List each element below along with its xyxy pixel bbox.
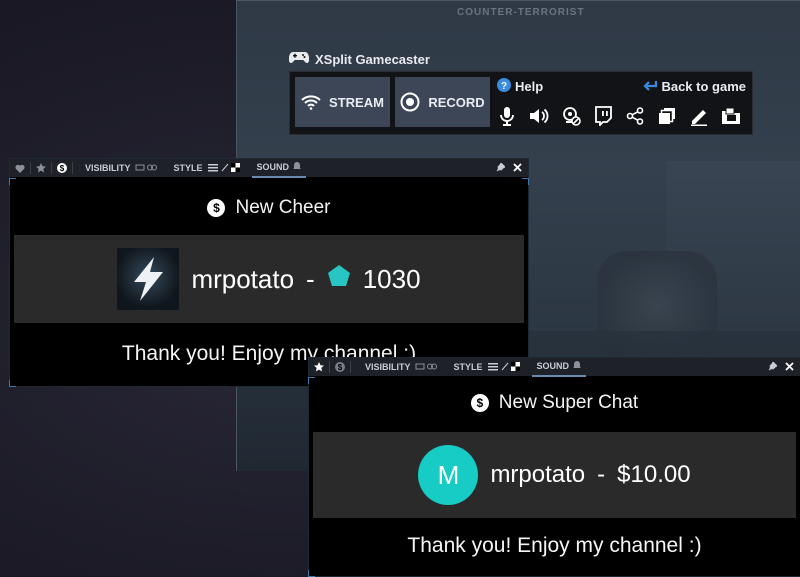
close-icon[interactable] — [513, 162, 522, 174]
cheer-heading-text: New Cheer — [235, 197, 331, 218]
microphone-icon[interactable] — [495, 104, 519, 128]
cheer-donor-strip: mrpotato - 1030 — [14, 235, 524, 323]
resize-corner[interactable] — [522, 178, 529, 185]
speaker-icon[interactable] — [527, 104, 551, 128]
wifi-icon — [301, 94, 321, 110]
user-avatar: M — [418, 445, 479, 505]
visibility-label: VISIBILITY — [85, 163, 131, 173]
superchat-alert-toolbar: $ VISIBILITY STYLE SOUND — [309, 357, 800, 377]
screenshot-folder-icon[interactable] — [719, 104, 743, 128]
close-icon[interactable] — [785, 361, 794, 373]
cheer-username: mrpotato — [191, 263, 295, 294]
superchat-donor-strip: M mrpotato - $10.00 — [313, 432, 796, 518]
webcam-off-icon[interactable] — [559, 104, 583, 128]
back-arrow-icon — [643, 78, 658, 95]
record-icon — [400, 92, 420, 112]
stream-label: STREAM — [329, 94, 384, 110]
svg-text:?: ? — [501, 81, 507, 92]
superchat-heading: $ New Super Chat — [309, 392, 800, 414]
resize-corner[interactable] — [9, 380, 16, 387]
sound-menu[interactable]: SOUND — [531, 357, 587, 377]
sound-menu[interactable]: SOUND — [251, 158, 307, 178]
gamepad-icon — [288, 51, 310, 68]
dollar-icon[interactable]: $ — [52, 159, 72, 177]
cheer-alert-window: $ VISIBILITY STYLE SOUND $ New Cheer mrp… — [9, 158, 529, 387]
share-icon[interactable] — [623, 104, 647, 128]
style-menu[interactable]: STYLE — [442, 358, 526, 376]
cheer-alert-toolbar: $ VISIBILITY STYLE SOUND — [10, 158, 528, 178]
game-title: COUNTER-TERRORIST — [457, 7, 585, 18]
help-label: Help — [515, 79, 544, 94]
visibility-menu[interactable]: VISIBILITY — [351, 358, 442, 376]
record-label: RECORD — [428, 94, 485, 110]
help-icon: ? — [497, 78, 511, 95]
back-to-game-label: Back to game — [661, 79, 746, 94]
dollar-coin-icon: $ — [470, 394, 489, 412]
visibility-icon — [135, 163, 157, 173]
gamecaster-title: XSplit Gamecaster — [288, 50, 430, 68]
visibility-menu[interactable]: VISIBILITY — [73, 159, 162, 177]
cheer-amount: 1030 — [362, 263, 421, 294]
stream-button[interactable]: STREAM — [295, 77, 390, 127]
superchat-alert-window: $ VISIBILITY STYLE SOUND $ New Super Cha… — [308, 357, 800, 577]
bell-icon — [293, 161, 302, 173]
gamecaster-title-text: XSplit Gamecaster — [315, 51, 430, 67]
gamecaster-toolbar: STREAM RECORD ? Help Back to game — [289, 71, 753, 135]
help-link[interactable]: ? Help — [497, 78, 543, 95]
heart-icon[interactable] — [10, 159, 30, 177]
layers-icon[interactable] — [655, 104, 679, 128]
cheer-separator: - — [306, 263, 315, 294]
lightning-avatar-icon — [117, 248, 180, 310]
sound-label: SOUND — [256, 162, 290, 172]
style-label: STYLE — [453, 362, 483, 372]
superchat-amount: $10.00 — [617, 461, 691, 488]
superchat-heading-text: New Super Chat — [498, 392, 639, 413]
superchat-message: Thank you! Enjoy my channel :) — [407, 534, 702, 557]
resize-corner[interactable] — [308, 377, 315, 384]
superchat-separator: - — [597, 461, 606, 488]
style-menu[interactable]: STYLE — [162, 159, 246, 177]
pin-icon[interactable] — [496, 161, 506, 174]
back-to-game-link[interactable]: Back to game — [643, 78, 746, 95]
superchat-username: mrpotato — [490, 461, 586, 488]
bits-gem-icon — [327, 264, 351, 295]
twitch-icon[interactable] — [591, 104, 615, 128]
pin-icon[interactable] — [768, 360, 778, 373]
visibility-icon — [415, 362, 437, 372]
dollar-coin-icon: $ — [207, 199, 226, 217]
bell-icon — [573, 360, 582, 372]
style-icon — [487, 361, 521, 373]
dollar-icon[interactable]: $ — [330, 358, 350, 376]
star-icon[interactable] — [31, 159, 51, 177]
style-icon — [207, 162, 241, 174]
resize-corner[interactable] — [9, 178, 16, 185]
sound-label: SOUND — [536, 361, 570, 371]
edit-icon[interactable] — [687, 104, 711, 128]
visibility-label: VISIBILITY — [365, 362, 411, 372]
style-label: STYLE — [173, 163, 203, 173]
record-button[interactable]: RECORD — [395, 77, 490, 127]
cheer-heading: $ New Cheer — [10, 197, 528, 219]
star-icon[interactable] — [309, 358, 329, 376]
